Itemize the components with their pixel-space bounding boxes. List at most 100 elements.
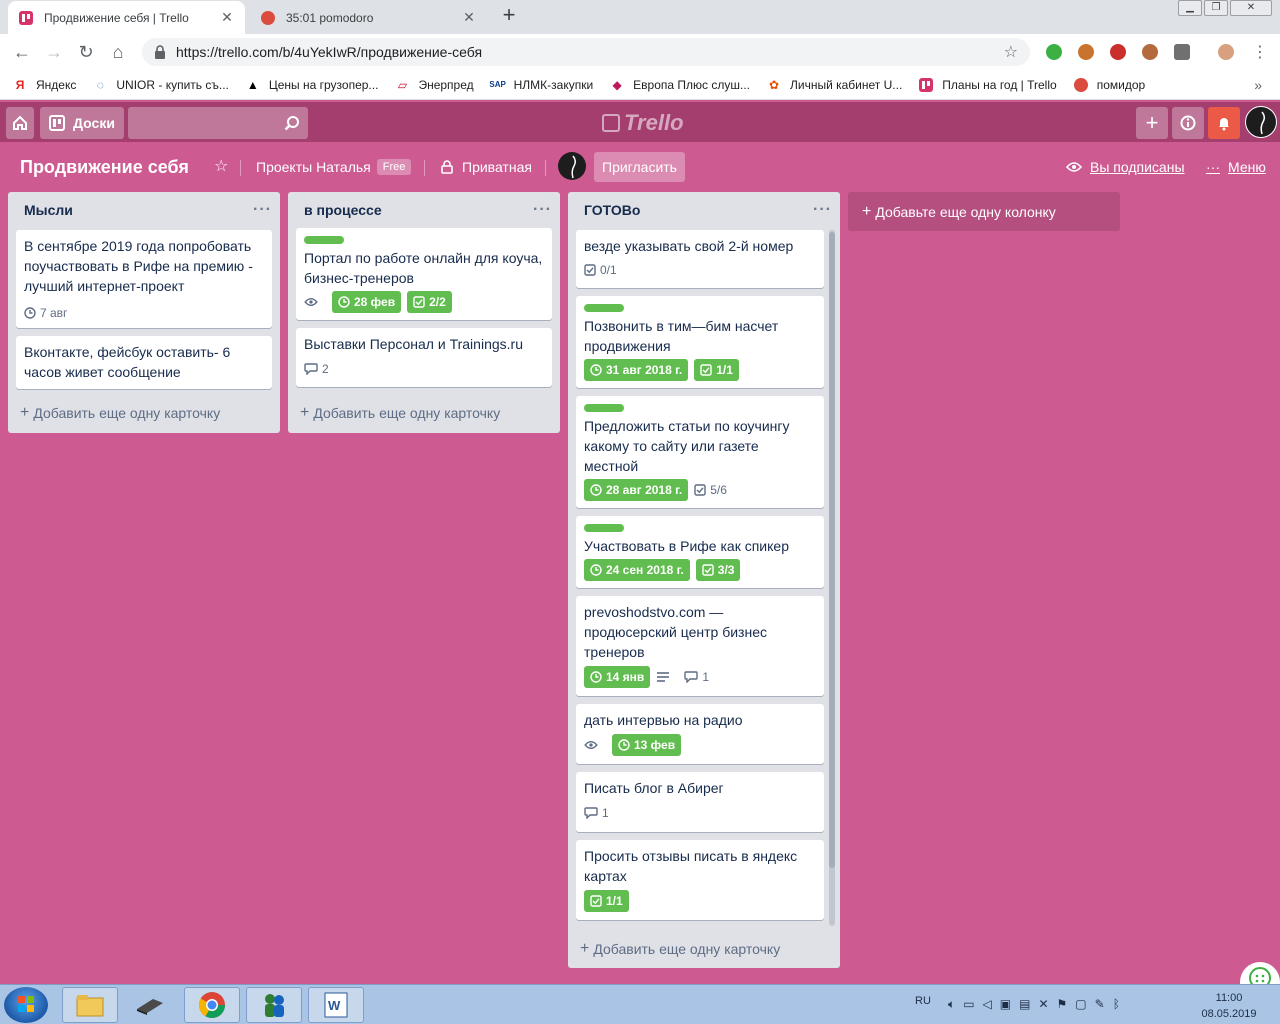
close-window-icon[interactable]: ✕ [1230,0,1272,16]
card[interactable]: везде указывать свой 2-й номер 0/1 [576,230,824,288]
boards-button[interactable]: Доски [40,107,124,139]
list-header[interactable]: ГОТОВо ··· [568,192,840,228]
new-tab-button[interactable]: + [498,4,520,27]
list-header[interactable]: Мысли ··· [8,192,280,228]
add-card-button[interactable]: + Добавить еще одну карточку [300,404,500,422]
create-button[interactable]: + [1136,107,1168,139]
green-label[interactable] [304,236,344,244]
extension-icon[interactable] [1142,44,1158,60]
due-date-badge[interactable]: 13 фев [612,734,682,756]
reload-icon[interactable]: ↻ [74,41,98,63]
board-title[interactable]: Продвижение себя [20,157,189,178]
visibility-button[interactable]: Приватная [440,159,532,175]
green-label[interactable] [584,524,624,532]
card[interactable]: Портал по работе онлайн для коуча, бизне… [296,228,552,320]
watching-button[interactable]: Вы подписаны [1066,159,1185,175]
team-button[interactable]: Проекты Наталья Free [256,159,412,175]
browser-menu-icon[interactable]: ⋮ [1252,42,1268,62]
profile-avatar[interactable] [1218,44,1234,60]
taskbar-word[interactable]: W [308,987,364,1023]
taskbar-scanner[interactable] [122,987,178,1023]
extension-icon[interactable] [1078,44,1094,60]
display-icon[interactable]: ▢ [1075,997,1086,1012]
card[interactable]: В сентябре 2019 года попробовать поучаст… [16,230,272,328]
start-button[interactable] [4,987,48,1023]
taskbar-messenger[interactable] [246,987,302,1023]
bookmark-item[interactable]: SAP НЛМК-закупки [489,77,593,93]
bookmark-item[interactable]: ▲ Цены на грузопер... [245,77,379,93]
add-card-button[interactable]: + Добавить еще одну карточку [580,940,780,958]
bookmark-item[interactable]: помидор [1073,77,1145,93]
card[interactable]: Позвонить в тим—бим насчет продвижения 3… [576,296,824,388]
bookmark-item[interactable]: ◆ Европа Плюс слуш... [609,77,750,93]
card[interactable]: Предложить статьи по коучингу какому то … [576,396,824,508]
list-menu-icon[interactable]: ··· [813,201,832,219]
invite-button[interactable]: Пригласить [594,152,685,182]
list-title[interactable]: в процессе [304,202,382,218]
clock[interactable]: 11:00 08.05.2019 [1196,990,1262,1022]
home-button[interactable] [6,107,34,139]
card[interactable]: Писать блог в Абирег 1 [576,772,824,832]
info-button[interactable] [1172,107,1204,139]
back-arrow-icon[interactable]: ← [10,41,34,63]
card[interactable]: Участвовать в Рифе как спикер 24 сен 201… [576,516,824,588]
action-center-flag-icon[interactable]: ⚑ [1057,997,1068,1012]
bookmark-item[interactable]: Планы на год | Trello [918,77,1057,93]
green-label[interactable] [584,404,624,412]
list-menu-icon[interactable]: ··· [253,201,272,219]
browser-tab-pomodoro[interactable]: 35:01 pomodoro ✕ [250,1,487,34]
battery-icon[interactable]: ▭ [963,997,974,1012]
bookmark-item[interactable]: Я Яндекс [12,77,77,93]
close-tab-icon[interactable]: ✕ [219,9,235,26]
star-board-icon[interactable]: ☆ [214,156,228,176]
list-scrollbar-thumb[interactable] [829,232,835,868]
list-menu-icon[interactable]: ··· [533,201,552,219]
pen-icon[interactable]: ✎ [1095,997,1105,1012]
language-indicator[interactable]: RU [915,995,931,1007]
due-date-badge[interactable]: 28 авг 2018 г. [584,479,689,501]
address-bar[interactable]: https://trello.com/b/4uYekIwR/продвижени… [142,38,1030,66]
floating-widget[interactable] [1240,962,1280,989]
due-date-badge[interactable]: 31 авг 2018 г. [584,359,689,381]
list-header[interactable]: в процессе ··· [288,192,560,228]
card[interactable]: prevoshodstvo.com — продюсерский центр б… [576,596,824,696]
network-icon[interactable]: ▤ [1019,997,1030,1012]
board-member-avatar[interactable] [558,152,586,180]
due-date-badge[interactable]: 24 сен 2018 г. [584,559,690,581]
bookmark-star-icon[interactable]: ☆ [1004,42,1018,62]
notifications-button[interactable] [1208,107,1240,139]
list-title[interactable]: ГОТОВо [584,202,640,218]
bluetooth-icon[interactable]: ᛒ [1113,997,1120,1012]
forward-arrow-icon[interactable]: → [42,41,66,63]
bookmark-item[interactable]: ✿ Личный кабинет U... [766,77,902,93]
maximize-icon[interactable]: ❐ [1204,0,1228,16]
add-list-button[interactable]: + Добавьте еще одну колонку [848,192,1120,231]
minimize-icon[interactable]: ▁ [1178,0,1202,16]
taskbar-explorer[interactable] [62,987,118,1023]
adblock-icon[interactable] [1110,44,1126,60]
extension-icon[interactable] [1174,44,1190,60]
search-input[interactable] [128,107,308,139]
more-bookmarks-icon[interactable]: » [1254,77,1262,93]
member-avatar[interactable] [1245,106,1277,138]
trello-logo[interactable]: Trello [602,110,684,136]
volume-icon[interactable]: ◁ [983,997,992,1012]
close-tab-icon[interactable]: ✕ [461,9,477,26]
card[interactable]: Просить отзывы писать в яндекс картах 1/… [576,840,824,920]
card[interactable]: дать интервью на радио 13 фев [576,704,824,764]
show-menu-button[interactable]: ··· Меню [1206,159,1266,175]
speaker-icon[interactable]: 🔈︎ [948,997,955,1012]
list-title[interactable]: Мысли [24,202,73,218]
green-label[interactable] [584,304,624,312]
due-date-badge[interactable]: 14 янв [584,666,651,688]
taskbar-chrome[interactable] [184,987,240,1023]
browser-tab-trello[interactable]: Продвижение себя | Trello ✕ [8,1,245,34]
card[interactable]: Выставки Персонал и Trainings.ru 2 [296,328,552,387]
app-tray-icon[interactable]: ▣ [1000,997,1011,1012]
home-icon[interactable]: ⌂ [106,41,130,63]
card[interactable]: Вконтакте, фейсбук оставить- 6 часов жив… [16,336,272,389]
bookmark-item[interactable]: ▱ Энерпред [394,77,474,93]
bookmark-item[interactable]: ◌ UNIOR - купить съ... [92,77,229,93]
add-card-button[interactable]: + Добавить еще одну карточку [20,404,220,422]
extension-icon[interactable] [1046,44,1062,60]
